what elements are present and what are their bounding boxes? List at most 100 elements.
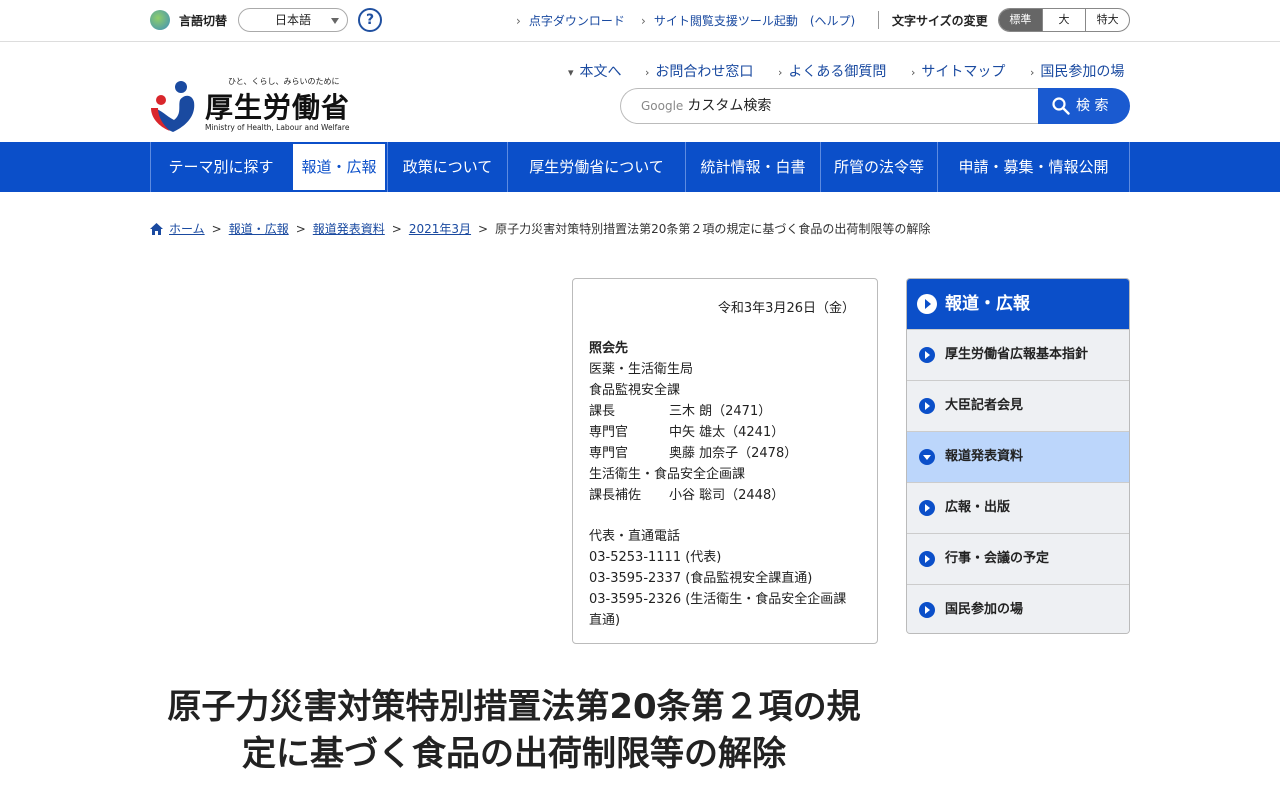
staff-role: 課長補佐	[589, 488, 642, 503]
sidebar-item-label: 大臣記者会見	[945, 398, 1024, 413]
staff-name: 奥藤 加奈子（2478）	[669, 446, 798, 461]
sidebar-item-press-conference[interactable]: 大臣記者会見	[907, 380, 1129, 431]
sidebar-heading[interactable]: 報道・広報	[907, 279, 1129, 329]
nav-item-policy[interactable]: 政策について	[387, 142, 507, 192]
sidebar-item-participation[interactable]: 国民参加の場	[907, 584, 1129, 633]
staff-role: 専門官	[589, 446, 629, 461]
page-title-line-1: 原子力災害対策特別措置法第20条第２項の規	[167, 687, 861, 727]
sidebar-item-publications[interactable]: 広報・出版	[907, 482, 1129, 533]
nav-item-theme[interactable]: テーマ別に探す	[150, 142, 291, 192]
search-button-label: 検 索	[1076, 98, 1109, 114]
chevron-right-icon: ›	[911, 66, 916, 79]
breadcrumb-current: 原子力災害対策特別措置法第20条第２項の規定に基づく食品の出荷制限等の解除	[495, 222, 931, 236]
sitemap-link[interactable]: › サイトマップ	[911, 61, 1005, 81]
staff-role: 専門官	[589, 425, 629, 440]
language-select-value: 日本語	[275, 13, 312, 27]
contact-heading: 照会先	[589, 341, 629, 356]
accessibility-tool-link[interactable]: サイト閲覧支援ツール起動 (ヘルプ)	[641, 12, 855, 29]
font-size-large-button[interactable]: 大	[1041, 9, 1086, 31]
contact-division: 食品監視安全課	[589, 383, 681, 398]
page-title: 原子力災害対策特別措置法第20条第２項の規 定に基づく食品の出荷制限等の解除	[150, 684, 878, 778]
chevron-right-icon: ›	[1030, 66, 1035, 79]
contact-staff-row: 専門官 奥藤 加奈子（2478）	[589, 442, 797, 461]
sidebar-item-press-releases[interactable]: 報道発表資料	[907, 431, 1129, 482]
sidebar-item-pr-policy[interactable]: 厚生労働省広報基本指針	[907, 329, 1129, 380]
faq-link[interactable]: › よくある御質問	[778, 61, 886, 81]
contact-division-2: 生活衛生・食品安全企画課	[589, 467, 746, 482]
divider	[878, 11, 879, 29]
search-icon	[1052, 97, 1070, 115]
logo-english-name: Ministry of Health, Labour and Welfare	[205, 123, 350, 132]
phone-heading: 代表・直通電話	[589, 529, 681, 544]
sidebar-item-label: 広報・出版	[945, 500, 1011, 515]
breadcrumb-press-link[interactable]: 報道・広報	[229, 222, 289, 236]
sidebar-item-events[interactable]: 行事・会議の予定	[907, 533, 1129, 584]
nav-item-applications[interactable]: 申請・募集・情報公開	[937, 142, 1130, 192]
arrow-circle-icon	[919, 602, 935, 618]
sidebar-heading-label: 報道・広報	[945, 294, 1030, 314]
utility-bar: 言語切替 日本語 ? 点字ダウンロード サイト閲覧支援ツール起動 (ヘルプ) 文…	[0, 0, 1280, 42]
help-button[interactable]: ?	[358, 8, 382, 32]
link-label: 国民参加の場	[1040, 64, 1125, 80]
chevron-down-icon: ▾	[568, 66, 574, 79]
nav-item-press[interactable]: 報道・広報	[291, 142, 387, 192]
public-participation-link[interactable]: › 国民参加の場	[1030, 61, 1124, 81]
sidebar-item-label: 国民参加の場	[945, 602, 1024, 617]
nav-item-about[interactable]: 厚生労働省について	[507, 142, 685, 192]
phone-main: 03-5253-1111 (代表)	[589, 550, 722, 565]
global-nav: テーマ別に探す 報道・広報 政策について 厚生労働省について 統計情報・白書 所…	[0, 142, 1280, 192]
site-logo[interactable]: ひと、くらし、みらいのために 厚生労働省 Ministry of Health,…	[148, 76, 368, 134]
arrow-down-circle-icon	[919, 449, 935, 465]
search-button[interactable]: 検 索	[1038, 88, 1130, 124]
sidebar-item-label: 厚生労働省広報基本指針	[945, 347, 1089, 362]
staff-name: 中矢 雄太（4241）	[669, 425, 785, 440]
link-label: お問合わせ窓口	[655, 64, 754, 80]
breadcrumb-separator: >	[295, 222, 306, 236]
staff-name: 小谷 聡司（2448）	[669, 488, 785, 503]
skip-to-content-link[interactable]: ▾ 本文へ	[568, 61, 622, 81]
staff-name: 三木 朗（2471）	[669, 404, 772, 419]
sidebar-item-label: 報道発表資料	[945, 449, 1024, 464]
chevron-down-icon	[331, 18, 339, 24]
contact-staff-row: 専門官 中矢 雄太（4241）	[589, 421, 784, 440]
font-size-xlarge-button[interactable]: 特大	[1085, 9, 1129, 31]
search-placeholder: カスタム検索	[687, 98, 772, 114]
logo-name: 厚生労働省	[205, 91, 351, 124]
google-label: Google	[641, 99, 684, 113]
home-icon	[150, 223, 163, 235]
breadcrumb-separator: >	[391, 222, 402, 236]
font-size-switcher: 標準 大 特大	[998, 8, 1130, 32]
arrow-circle-icon	[919, 500, 935, 516]
chevron-right-icon: ›	[778, 66, 783, 79]
phone-food-safety: 03-3595-2337 (食品監視安全課直通)	[589, 571, 813, 586]
contact-box: 令和3年3月26日（金） 照会先 医薬・生活衛生局 食品監視安全課 課長 三木 朗…	[572, 278, 878, 644]
sidebar-item-label: 行事・会議の予定	[945, 551, 1050, 566]
release-date: 令和3年3月26日（金）	[717, 301, 855, 316]
arrow-circle-icon	[919, 347, 935, 363]
language-select[interactable]: 日本語	[238, 8, 348, 32]
nav-item-laws[interactable]: 所管の法令等	[820, 142, 937, 192]
page-title-line-2: 定に基づく食品の出荷制限等の解除	[242, 734, 786, 774]
contact-bureau: 医薬・生活衛生局	[589, 362, 694, 377]
breadcrumb-releases-link[interactable]: 報道発表資料	[313, 222, 385, 236]
breadcrumb-home-link[interactable]: ホーム	[169, 222, 205, 236]
link-label: よくある御質問	[788, 64, 887, 80]
chevron-right-icon: ›	[645, 66, 650, 79]
phone-planning-tail: 直通)	[589, 613, 621, 628]
staff-role: 課長	[589, 404, 616, 419]
link-label: 本文へ	[579, 64, 622, 80]
logo-mark-icon	[151, 81, 195, 132]
globe-icon	[150, 10, 170, 30]
search-input[interactable]: Google カスタム検索	[620, 88, 1040, 124]
font-size-label: 文字サイズの変更	[892, 14, 988, 28]
contact-link[interactable]: › お問合わせ窓口	[645, 61, 753, 81]
braille-download-link[interactable]: 点字ダウンロード	[516, 12, 625, 29]
breadcrumb-separator: >	[478, 222, 489, 236]
breadcrumb-month-link[interactable]: 2021年3月	[409, 222, 471, 236]
sidebar-nav: 報道・広報 厚生労働省広報基本指針 大臣記者会見 報道発表資料 広報・出版 行事…	[906, 278, 1130, 634]
link-label: サイトマップ	[921, 64, 1006, 80]
font-size-standard-button[interactable]: 標準	[999, 9, 1042, 31]
breadcrumb: ホーム > 報道・広報 > 報道発表資料 >2021年3月 > 原子力災害対策特別措置法第20…	[150, 220, 930, 237]
arrow-circle-icon	[917, 294, 937, 314]
nav-item-statistics[interactable]: 統計情報・白書	[685, 142, 820, 192]
